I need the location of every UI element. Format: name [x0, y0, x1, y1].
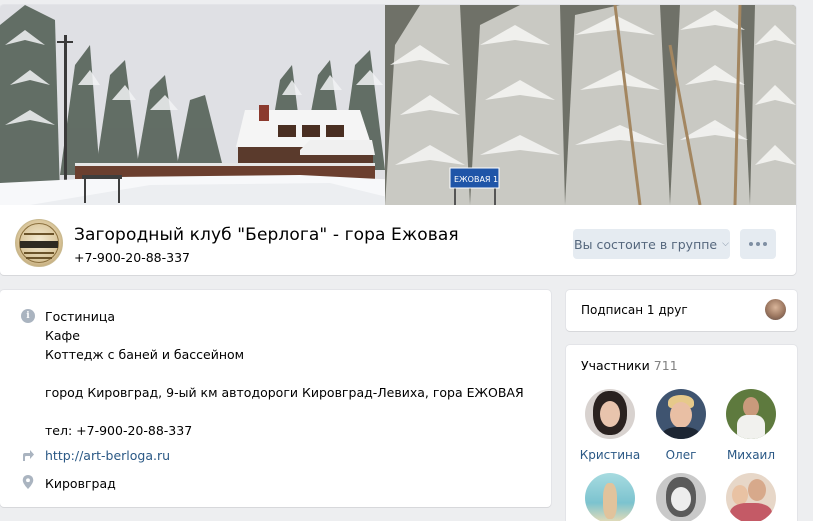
avatar-text-line	[24, 233, 54, 235]
member-avatar	[726, 389, 776, 439]
description-line: тел: +7-900-20-88-337	[45, 423, 193, 438]
avatar-band	[20, 241, 58, 248]
description-line: Коттедж с баней и бассейном	[45, 347, 245, 362]
link-arrow-icon	[23, 450, 34, 461]
member-name: Олег	[665, 448, 697, 462]
member-avatar	[656, 389, 706, 439]
group-header-card: ЕЖОВАЯ 1 Загородный клуб "Берлога" - гор…	[0, 5, 796, 275]
description-line: город Кировград, 9-ый км автодороги Киро…	[45, 385, 524, 400]
membership-button[interactable]: Вы состоите в группе ⌵	[573, 229, 730, 259]
description-line: Гостиница	[45, 309, 116, 324]
member-shirt	[737, 415, 765, 439]
member-item[interactable]	[579, 473, 641, 521]
member-name: Михаил	[726, 448, 776, 462]
description-line	[45, 402, 524, 421]
members-card: Участники 711 Кристина Олег Михаил	[566, 345, 797, 521]
member-face	[743, 397, 759, 417]
group-info-card: i Гостиница Кафе Коттедж с баней и бассе…	[0, 290, 551, 507]
friends-label: Подписан 1 друг	[581, 303, 688, 317]
member-item[interactable]	[720, 473, 782, 521]
page: ЕЖОВАЯ 1 Загородный клуб "Берлога" - гор…	[0, 0, 813, 521]
members-count: 711	[653, 358, 678, 373]
membership-button-label: Вы состоите в группе	[574, 236, 718, 252]
member-face	[748, 479, 766, 501]
members-title: Участники	[581, 358, 650, 373]
group-avatar[interactable]	[15, 219, 63, 267]
member-figure	[603, 483, 617, 519]
info-icon: i	[21, 309, 35, 323]
member-item[interactable]: Олег	[650, 389, 712, 462]
description-line	[45, 364, 524, 383]
friends-card[interactable]: Подписан 1 друг	[566, 290, 797, 331]
member-avatar	[585, 473, 635, 521]
avatar-text-line	[24, 252, 54, 254]
members-header[interactable]: Участники 711	[581, 358, 678, 373]
description-line: Кафе	[45, 328, 80, 343]
member-avatar	[656, 473, 706, 521]
member-face	[671, 487, 691, 511]
road-sign-text: ЕЖОВАЯ 1	[454, 175, 498, 184]
member-shirt	[662, 427, 700, 439]
cover-illustration: ЕЖОВАЯ 1	[0, 5, 796, 205]
member-shirt	[730, 503, 772, 521]
member-name: Кристина	[579, 448, 641, 462]
member-item[interactable]: Кристина	[579, 389, 641, 462]
more-dots-icon	[749, 242, 753, 246]
group-title: Загородный клуб "Берлога" - гора Ежовая	[74, 225, 459, 245]
member-face	[600, 401, 620, 427]
chevron-down-icon: ⌵	[722, 239, 729, 249]
website-link[interactable]: http://art-berloga.ru	[45, 446, 170, 465]
avatar-text-line	[26, 257, 52, 259]
member-item[interactable]	[650, 473, 712, 521]
member-face	[670, 402, 692, 428]
member-item[interactable]: Михаил	[720, 389, 782, 462]
group-info-bar: Загородный клуб "Берлога" - гора Ежовая …	[0, 205, 796, 275]
city-text: Кировград	[45, 476, 116, 491]
member-avatar	[726, 473, 776, 521]
cover-photo[interactable]: ЕЖОВАЯ 1	[0, 5, 796, 205]
more-dots-icon	[763, 242, 767, 246]
more-dots-icon	[756, 242, 760, 246]
location-pin-icon	[22, 475, 34, 489]
friend-avatar[interactable]	[765, 299, 786, 320]
more-actions-button[interactable]	[740, 229, 776, 259]
member-face	[732, 485, 748, 505]
description-text: Гостиница Кафе Коттедж с баней и бассейн…	[45, 307, 524, 440]
member-avatar	[585, 389, 635, 439]
group-phone: +7-900-20-88-337	[74, 250, 190, 265]
